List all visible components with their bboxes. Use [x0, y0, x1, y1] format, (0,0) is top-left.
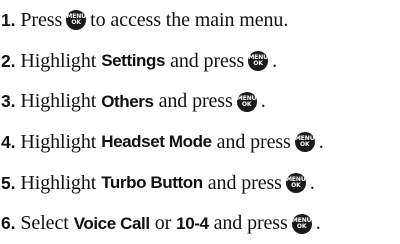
menu-ok-key-icon: MENU OK: [291, 213, 312, 234]
step-text: Highlight: [20, 49, 97, 72]
step-4: 4. Highlight Headset Mode and press MENU…: [0, 122, 400, 163]
step-text: Highlight: [20, 90, 97, 113]
step-period: .: [260, 90, 266, 113]
step-period: .: [318, 130, 324, 153]
menu-item-name: Headset Mode: [101, 132, 212, 152]
menu-ok-key-icon: MENU OK: [66, 10, 87, 31]
step-2: 2. Highlight Settings and press MENU OK .: [0, 41, 400, 82]
step-3: 3. Highlight Others and press MENU OK .: [0, 81, 400, 122]
step-5: 5. Highlight Turbo Button and press MENU…: [0, 163, 400, 204]
instruction-steps: 1. Press MENU OK to access the main menu.…: [0, 0, 400, 244]
menu-ok-key-icon: MENU OK: [285, 173, 306, 194]
step-text: Select: [20, 212, 69, 235]
step-text: Highlight: [20, 130, 97, 153]
menu-ok-key-icon: MENU OK: [294, 132, 315, 153]
step-number: 5.: [1, 172, 16, 193]
menu-item-name: Settings: [101, 51, 166, 71]
menu-ok-key-icon: MENU OK: [248, 51, 269, 72]
step-number: 2.: [1, 50, 16, 71]
step-text: Highlight: [20, 171, 97, 194]
step-number: 4.: [1, 131, 16, 152]
step-1: 1. Press MENU OK to access the main menu.: [0, 0, 400, 41]
step-number: 6.: [1, 213, 16, 234]
step-text: to access the main menu.: [90, 8, 289, 31]
step-text: Press: [20, 8, 63, 31]
menu-item-name: Others: [101, 91, 154, 111]
menu-ok-key-icon: MENU OK: [236, 91, 257, 112]
step-text: and press: [207, 171, 282, 194]
step-period: .: [309, 171, 315, 194]
menu-item-name: Turbo Button: [101, 173, 203, 193]
step-number: 3.: [1, 91, 16, 112]
step-text: or: [154, 212, 172, 235]
menu-item-name: Voice Call: [73, 213, 150, 233]
step-text: and press: [170, 49, 245, 72]
step-text: and press: [213, 212, 288, 235]
step-text: and press: [216, 130, 291, 153]
step-period: .: [272, 49, 278, 72]
step-6: 6. Select Voice Call or 10-4 and press M…: [0, 203, 400, 244]
menu-item-name: 10-4: [176, 213, 209, 233]
step-text: and press: [158, 90, 233, 113]
step-number: 1.: [1, 9, 16, 30]
step-period: .: [315, 212, 321, 235]
